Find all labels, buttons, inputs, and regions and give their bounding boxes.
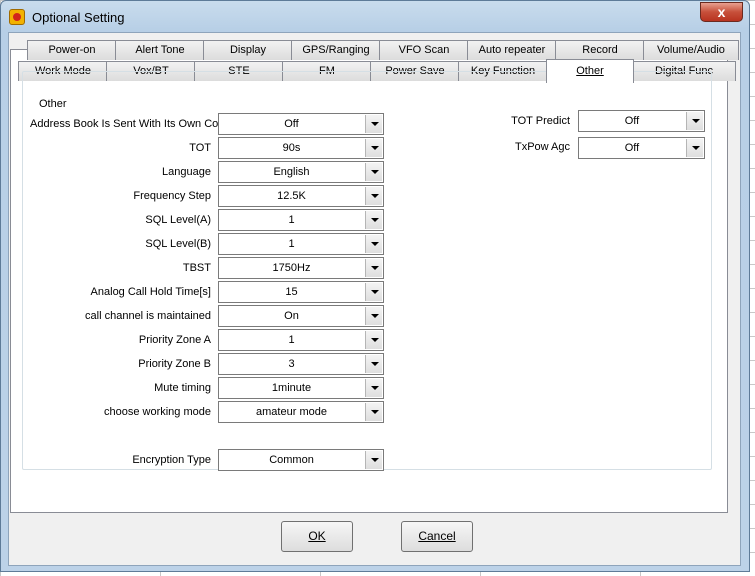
select-value: Off [624, 142, 640, 154]
tbst-select[interactable]: 1750Hz [218, 257, 384, 279]
dropdown-arrow-icon[interactable] [686, 112, 703, 130]
dropdown-arrow-icon[interactable] [365, 187, 382, 205]
tab-other[interactable]: Other [546, 59, 634, 83]
dropdown-arrow-icon[interactable] [365, 211, 382, 229]
window-title: Optional Setting [32, 10, 125, 25]
label-txpow-agc: TxPow Agc [514, 141, 570, 153]
label-tbst: TBST [182, 262, 211, 274]
select-value: 12.5K [277, 190, 306, 202]
dropdown-arrow-icon[interactable] [365, 355, 382, 373]
label-sql-level-b: SQL Level(B) [145, 238, 211, 250]
label-analog-call-hold-time: Analog Call Hold Time[s] [90, 286, 211, 298]
tab-vfo-scan[interactable]: VFO Scan [379, 40, 469, 60]
group-title: Other [37, 98, 69, 110]
dropdown-arrow-icon[interactable] [365, 403, 382, 421]
language-select[interactable]: English [218, 161, 384, 183]
dropdown-arrow-icon[interactable] [365, 139, 382, 157]
select-value: English [273, 166, 310, 178]
app-icon [9, 9, 25, 25]
working-mode-select[interactable]: amateur mode [218, 401, 384, 423]
dropdown-arrow-icon[interactable] [365, 283, 382, 301]
frequency-step-select[interactable]: 12.5K [218, 185, 384, 207]
cancel-button[interactable]: Cancel [401, 521, 473, 552]
address-book-own-code-select[interactable]: Off [218, 113, 384, 135]
label-address-book-own-code: Address Book Is Sent With Its Own Code [30, 118, 231, 130]
tab-power-on[interactable]: Power-on [27, 40, 117, 60]
select-value: 3 [288, 358, 295, 370]
cancel-button-label: Cancel [418, 529, 456, 543]
tab-record[interactable]: Record [555, 40, 645, 60]
label-choose-working-mode: choose working mode [103, 406, 211, 418]
dropdown-arrow-icon[interactable] [365, 307, 382, 325]
select-value: 1minute [271, 382, 312, 394]
tot-select[interactable]: 90s [218, 137, 384, 159]
call-channel-maintained-select[interactable]: On [218, 305, 384, 327]
select-value: 1750Hz [272, 262, 311, 274]
tab-auto-repeater[interactable]: Auto repeater [467, 40, 557, 60]
label-tot: TOT [189, 142, 211, 154]
label-mute-timing: Mute timing [154, 382, 211, 394]
analog-call-hold-time-select[interactable]: 15 [218, 281, 384, 303]
tab-gps-ranging[interactable]: GPS/Ranging [291, 40, 381, 60]
label-frequency-step: Frequency Step [133, 190, 211, 202]
select-value: On [284, 310, 299, 322]
title-bar: Optional Setting x [1, 1, 749, 33]
close-button[interactable]: x [700, 2, 743, 22]
ok-button[interactable]: OK [281, 521, 353, 552]
txpow-agc-select[interactable]: Off [578, 137, 705, 159]
select-value: 1 [288, 238, 295, 250]
dropdown-arrow-icon[interactable] [365, 235, 382, 253]
sql-level-b-select[interactable]: 1 [218, 233, 384, 255]
tot-predict-select[interactable]: Off [578, 110, 705, 132]
tab-volume-audio[interactable]: Volume/Audio [643, 40, 739, 60]
label-tot-predict: TOT Predict [511, 115, 570, 127]
priority-zone-a-select[interactable]: 1 [218, 329, 384, 351]
select-value: 15 [285, 286, 298, 298]
select-value: amateur mode [256, 406, 327, 418]
dropdown-arrow-icon[interactable] [365, 163, 382, 181]
label-priority-zone-a: Priority Zone A [138, 334, 211, 346]
select-value: 1 [288, 214, 295, 226]
priority-zone-b-select[interactable]: 3 [218, 353, 384, 375]
label-encryption-type: Encryption Type [132, 454, 211, 466]
mute-timing-select[interactable]: 1minute [218, 377, 384, 399]
ok-button-label: OK [308, 529, 326, 543]
tab-display[interactable]: Display [203, 40, 293, 60]
label-language: Language [162, 166, 211, 178]
dropdown-arrow-icon[interactable] [365, 379, 382, 397]
select-value: Common [269, 454, 314, 466]
dropdown-arrow-icon[interactable] [365, 115, 382, 133]
label-sql-level-a: SQL Level(A) [145, 214, 211, 226]
encryption-type-select[interactable]: Common [218, 449, 384, 471]
dropdown-arrow-icon[interactable] [365, 451, 382, 469]
dropdown-arrow-icon[interactable] [365, 331, 382, 349]
label-priority-zone-b: Priority Zone B [138, 358, 211, 370]
select-value: 90s [282, 142, 301, 154]
dropdown-arrow-icon[interactable] [365, 259, 382, 277]
sql-level-a-select[interactable]: 1 [218, 209, 384, 231]
select-value: Off [624, 115, 640, 127]
tab-alert-tone[interactable]: Alert Tone [115, 40, 205, 60]
select-value: 1 [288, 334, 295, 346]
label-call-channel-maintained: call channel is maintained [85, 310, 211, 322]
dropdown-arrow-icon[interactable] [686, 139, 703, 157]
select-value: Off [284, 118, 299, 130]
